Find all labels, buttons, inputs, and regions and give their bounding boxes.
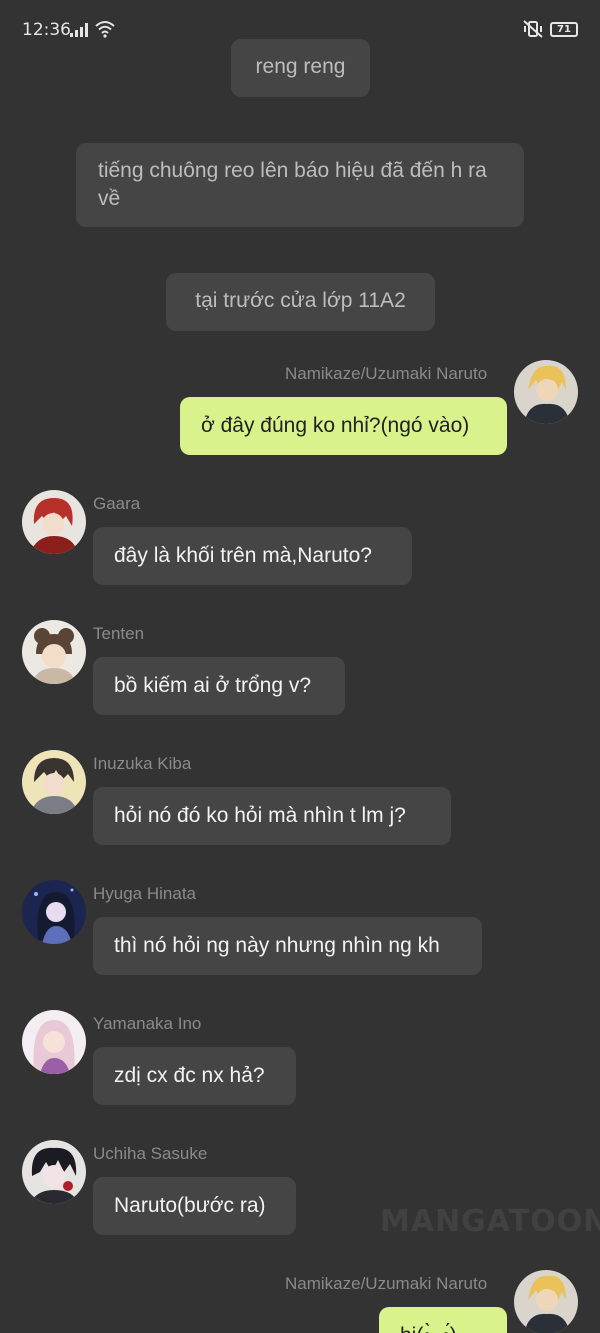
message-bubble[interactable]: zdị cx đc nx hả? <box>93 1047 296 1105</box>
message-bubble[interactable]: bồ kiếm ai ở trổng v? <box>93 657 345 715</box>
sender-name: Namikaze/Uzumaki Naruto <box>285 364 488 383</box>
watermark-logo: MANGATOON <box>380 1204 600 1239</box>
avatar-sasuke[interactable] <box>22 1140 86 1204</box>
avatar-kiba[interactable] <box>22 750 86 814</box>
narration-block: tiếng chuông reo lên báo hiệu đã đến h r… <box>76 143 524 227</box>
sender-name: Uchiha Sasuke <box>93 1144 208 1163</box>
narration-block: tại trước cửa lớp 11A2 <box>166 273 435 331</box>
signal-icon <box>70 23 88 37</box>
avatar-hinata[interactable] <box>22 880 86 944</box>
message-bubble[interactable]: hỏi nó đó ko hỏi mà nhìn t lm j? <box>93 787 451 845</box>
avatar-gaara[interactable] <box>22 490 86 554</box>
battery-indicator: 71 <box>550 22 578 37</box>
avatar-ino[interactable] <box>22 1010 86 1074</box>
avatar-naruto[interactable] <box>514 360 578 424</box>
narration-block: reng reng <box>231 39 370 97</box>
message-bubble-self[interactable]: hi(•̀ᴗ•́) <box>379 1307 507 1333</box>
avatar-tenten[interactable] <box>22 620 86 684</box>
sender-name: Inuzuka Kiba <box>93 754 192 773</box>
sender-name: Hyuga Hinata <box>93 884 197 903</box>
sender-name: Yamanaka Ino <box>93 1014 202 1033</box>
message-bubble[interactable]: đây là khối trên mà,Naruto? <box>93 527 412 585</box>
message-bubble[interactable]: Naruto(bước ra) <box>93 1177 296 1235</box>
sender-name: Namikaze/Uzumaki Naruto <box>285 1274 488 1293</box>
vibrate-off-icon <box>523 20 543 38</box>
wifi-icon <box>95 21 115 38</box>
sender-name: Gaara <box>93 494 141 513</box>
sender-name: Tenten <box>93 624 145 643</box>
message-bubble[interactable]: thì nó hỏi ng này nhưng nhìn ng kh <box>93 917 482 975</box>
status-time: 12:36 <box>22 20 71 40</box>
avatar-naruto[interactable] <box>514 1270 578 1333</box>
message-bubble-self[interactable]: ở đây đúng ko nhỉ?(ngó vào) <box>180 397 507 455</box>
